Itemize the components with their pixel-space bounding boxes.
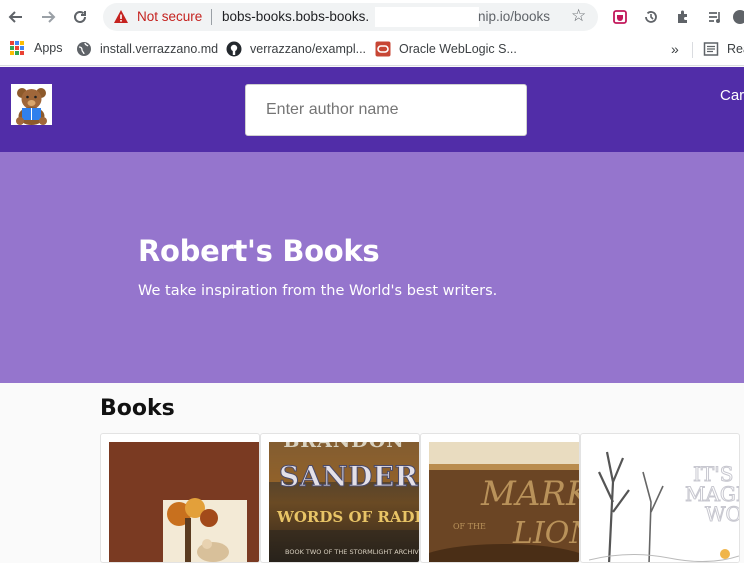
- cover-title-world: WO: [705, 502, 739, 527]
- cover-author: BRANDON: [269, 442, 419, 452]
- back-arrow-icon[interactable]: [4, 5, 28, 29]
- bookmark-verrazzano-install[interactable]: install.verrazzano.md: [76, 41, 218, 57]
- more-bookmarks-icon: »: [671, 41, 679, 57]
- github-icon: [226, 41, 242, 57]
- bookmark-verrazzano-examples[interactable]: verrazzano/exampl...: [226, 41, 366, 57]
- globe-icon: [76, 41, 92, 57]
- warning-triangle-icon: [114, 10, 128, 23]
- app-navbar: Car: [0, 67, 744, 152]
- author-search-input[interactable]: [245, 84, 527, 136]
- reload-icon[interactable]: [68, 5, 92, 29]
- nav-link-cart[interactable]: Car: [720, 87, 744, 104]
- bookmark-star-icon[interactable]: ☆: [571, 6, 586, 26]
- forward-arrow-icon[interactable]: [36, 5, 60, 29]
- bookmarks-divider: [692, 42, 693, 58]
- security-label[interactable]: Not secure: [137, 9, 202, 24]
- media-queue-icon[interactable]: [705, 7, 725, 27]
- book-card[interactable]: MARK OF THE LION: [420, 433, 580, 563]
- reading-list-button[interactable]: Rea: [703, 41, 744, 57]
- redacted-url-segment: [375, 7, 479, 27]
- bookmark-oracle-weblogic[interactable]: Oracle WebLogic S...: [375, 41, 517, 57]
- profile-avatar-icon[interactable]: [730, 7, 744, 27]
- hero-banner: Robert's Books We take inspiration from …: [0, 152, 744, 383]
- hero-title: Robert's Books: [138, 234, 380, 268]
- bookmark-label: Apps: [34, 41, 63, 55]
- browser-toolbar: Not secure bobs-books.bobs-books. nip.io…: [0, 0, 744, 34]
- bookmarks-bar: Apps install.verrazzano.md verrazzano/ex…: [0, 34, 744, 66]
- cover-author-surname: SANDERSO: [278, 460, 419, 494]
- extension-shield-icon[interactable]: [610, 7, 630, 27]
- apps-grid-icon: [10, 41, 24, 55]
- teddy-bear-icon: [16, 88, 47, 125]
- address-bar[interactable]: Not secure bobs-books.bobs-books. nip.io…: [103, 3, 598, 31]
- book-cover-image: IT'S MAGIC WO: [589, 442, 739, 562]
- history-icon[interactable]: [641, 7, 661, 27]
- cover-title-of-the: OF THE: [453, 522, 486, 531]
- bookmark-label: Rea: [727, 42, 744, 56]
- url-host: bobs-books.bobs-books.: [222, 9, 370, 24]
- book-card[interactable]: [100, 433, 260, 563]
- book-cover-image: MARK OF THE LION: [429, 442, 579, 562]
- bookmark-label: verrazzano/exampl...: [250, 42, 367, 56]
- cover-series: BOOK TWO OF THE STORMLIGHT ARCHIVE: [285, 548, 419, 556]
- hero-subtitle: We take inspiration from the World's bes…: [138, 283, 498, 299]
- oracle-icon: [375, 41, 391, 57]
- bookmark-label: Oracle WebLogic S...: [399, 42, 517, 56]
- more-bookmarks-button[interactable]: »: [671, 41, 679, 57]
- bookmark-apps[interactable]: Apps: [10, 41, 63, 55]
- url-path: nip.io/books: [478, 9, 551, 24]
- book-cover-image: [109, 442, 259, 562]
- cover-title-mark: MARK: [481, 474, 579, 514]
- cover-title: WORDS OF RADIA: [277, 508, 419, 526]
- omnibox-divider: [211, 9, 212, 25]
- book-card[interactable]: IT'S MAGIC WO: [580, 433, 740, 563]
- bear-logo[interactable]: [11, 84, 52, 125]
- books-section-title: Books: [100, 396, 175, 421]
- extensions-puzzle-icon[interactable]: [673, 7, 693, 27]
- reading-list-icon: [703, 41, 719, 57]
- cover-title-lion: LION: [513, 516, 579, 551]
- book-card[interactable]: BRANDON SANDERSO WORDS OF RADIA BOOK TWO…: [260, 433, 420, 563]
- bookmark-label: install.verrazzano.md: [100, 42, 219, 56]
- book-cover-image: BRANDON SANDERSO WORDS OF RADIA BOOK TWO…: [269, 442, 419, 562]
